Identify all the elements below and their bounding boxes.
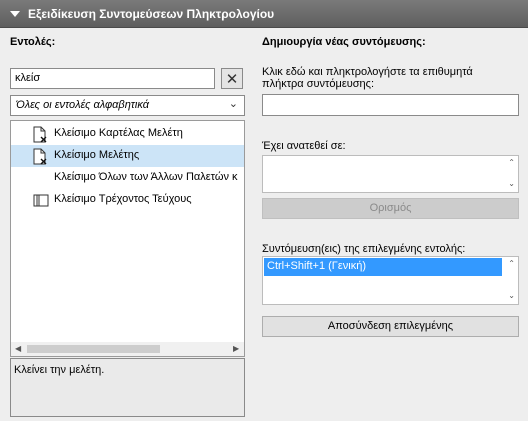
scroll-down-icon[interactable]: ⌄ <box>508 291 515 300</box>
scroll-right-icon[interactable]: ▶ <box>233 344 239 353</box>
scroll-up-icon[interactable]: ⌃ <box>508 259 515 268</box>
scroll-up-icon[interactable]: ⌃ <box>508 158 515 167</box>
description-text: Κλείνει την μελέτη. <box>14 364 105 376</box>
instruction-line-1: Κλικ εδώ και πληκτρολογήστε τα επιθυμητά <box>262 66 473 78</box>
instruction-line-2: πλήκτρα συντόμευσης: <box>262 78 375 90</box>
search-input-value: κλείσ <box>15 72 41 84</box>
list-item[interactable]: Κλείσιμο Καρτέλας Μελέτη <box>11 123 244 145</box>
command-filter-select[interactable]: Όλες οι εντολές αλφαβητικά ⌄ <box>10 95 245 116</box>
selected-shortcuts-label: Συντόμευση(εις) της επιλεγμένης εντολής: <box>262 243 466 255</box>
document-close-icon <box>33 148 47 165</box>
list-item[interactable]: Κλείσιμο Μελέτης <box>11 145 244 167</box>
disconnect-selected-button[interactable]: Αποσύνδεση επιλεγμένης <box>262 316 519 337</box>
command-list[interactable]: Κλείσιμο Καρτέλας Μελέτη Κλείσιμο Μελέτη… <box>10 120 245 357</box>
disconnect-button-label: Αποσύνδεση επιλεγμένης <box>327 320 454 332</box>
assign-button[interactable]: Ορισμός <box>262 198 519 219</box>
search-input[interactable]: κλείσ <box>10 68 215 89</box>
horizontal-scrollbar[interactable]: ◀ ▶ <box>11 342 244 356</box>
panel-title: Εξειδίκευση Συντομεύσεων Πληκτρολογίου <box>28 7 275 21</box>
new-shortcut-label: Δημιουργία νέας συντόμευσης: <box>262 36 426 48</box>
scrollbar-thumb[interactable] <box>27 345 160 353</box>
assigned-to-label: Έχει ανατεθεί σε: <box>262 140 346 152</box>
scroll-down-icon[interactable]: ⌄ <box>508 179 515 188</box>
list-item-label: Κλείσιμο Καρτέλας Μελέτη <box>54 127 183 139</box>
list-item[interactable]: Κλείσιμο Τρέχοντος Τεύχους <box>11 189 244 211</box>
list-item-label: Κλείσιμο Τρέχοντος Τεύχους <box>54 193 192 205</box>
close-icon: ✕ <box>225 71 239 88</box>
list-item-label: Κλείσιμο Μελέτης <box>54 149 140 161</box>
command-description: Κλείνει την μελέτη. <box>10 358 245 417</box>
panel-header[interactable]: Εξειδίκευση Συντομεύσεων Πληκτρολογίου <box>0 0 528 28</box>
list-item-label: Κλείσιμο Όλων των Άλλων Παλετών κ <box>54 171 238 183</box>
clear-search-button[interactable]: ✕ <box>221 68 243 89</box>
assign-button-label: Ορισμός <box>369 202 412 214</box>
shortcuts-list[interactable]: Ctrl+Shift+1 (Γενική) ⌃ ⌄ <box>262 256 519 305</box>
list-item[interactable]: Ctrl+Shift+1 (Γενική) <box>264 258 502 276</box>
scroll-left-icon[interactable]: ◀ <box>15 344 21 353</box>
list-item[interactable]: Κλείσιμο Όλων των Άλλων Παλετών κ <box>11 167 244 189</box>
book-icon <box>33 194 49 207</box>
document-close-icon <box>33 126 47 143</box>
chevron-down-icon: ⌄ <box>228 98 238 110</box>
assigned-to-box: ⌃ ⌄ <box>262 155 519 193</box>
shortcut-capture-field[interactable] <box>262 94 519 116</box>
command-filter-value: Όλες οι εντολές αλφαβητικά <box>16 99 149 111</box>
commands-label: Εντολές: <box>10 36 56 48</box>
shortcut-item-label: Ctrl+Shift+1 (Γενική) <box>267 260 366 272</box>
collapse-triangle-icon[interactable] <box>10 11 20 17</box>
